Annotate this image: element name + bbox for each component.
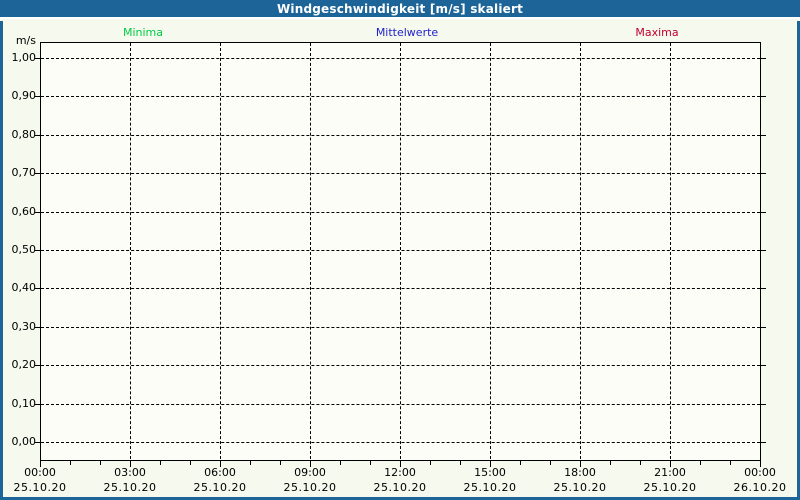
y-tick-label: 1,00 [0,51,36,64]
x-axis-minor-tick [250,461,251,465]
x-axis-minor-tick [730,461,731,465]
y-axis-tick-right [761,250,766,251]
y-tick-label: 0,40 [0,281,36,294]
gridline-vertical [670,43,671,459]
y-tick-label: 0,10 [0,397,36,410]
y-axis-tick-right [761,327,766,328]
y-tick-label: 0,20 [0,358,36,371]
x-tick-time-label: 18:00 [550,466,610,479]
x-axis-minor-tick [370,461,371,465]
x-axis-minor-tick [520,461,521,465]
gridline-vertical [130,43,131,459]
x-tick-date-label: 25.10.20 [4,481,76,494]
y-axis-tick-right [761,442,766,443]
y-axis-tick-right [761,212,766,213]
x-axis-minor-tick [280,461,281,465]
y-tick-label: 0,50 [0,243,36,256]
x-tick-date-label: 26.10.20 [724,481,796,494]
x-tick-time-label: 03:00 [100,466,160,479]
x-tick-date-label: 25.10.20 [544,481,616,494]
legend-item-mittelwerte: Mittelwerte [376,26,438,39]
x-tick-time-label: 15:00 [460,466,520,479]
legend-item-maxima: Maxima [635,26,678,39]
y-axis-tick-right [761,58,766,59]
x-tick-date-label: 25.10.20 [364,481,436,494]
legend-item-minima: Minima [123,26,163,39]
x-tick-time-label: 21:00 [640,466,700,479]
x-axis-minor-tick [160,461,161,465]
chart-window: Windgeschwindigkeit [m/s] skaliert m/s M… [0,0,800,500]
x-axis-minor-tick [550,461,551,465]
x-tick-time-label: 00:00 [730,466,790,479]
y-tick-label: 0,70 [0,166,36,179]
gridline-vertical [580,43,581,459]
x-tick-time-label: 00:00 [10,466,70,479]
x-tick-date-label: 25.10.20 [634,481,706,494]
x-axis-minor-tick [100,461,101,465]
x-tick-date-label: 25.10.20 [94,481,166,494]
y-tick-label: 0,80 [0,128,36,141]
x-axis-minor-tick [430,461,431,465]
x-axis-minor-tick [610,461,611,465]
x-tick-time-label: 06:00 [190,466,250,479]
y-axis-tick-right [761,96,766,97]
x-axis-minor-tick [340,461,341,465]
x-tick-time-label: 09:00 [280,466,340,479]
y-axis-unit-label: m/s [0,34,36,47]
y-axis-tick-right [761,365,766,366]
gridline-vertical [220,43,221,459]
y-axis-tick-right [761,288,766,289]
x-tick-date-label: 25.10.20 [184,481,256,494]
y-tick-label: 0,60 [0,205,36,218]
x-axis-minor-tick [190,461,191,465]
y-tick-label: 0,30 [0,320,36,333]
window-titlebar: Windgeschwindigkeit [m/s] skaliert [0,0,800,19]
x-tick-date-label: 25.10.20 [274,481,346,494]
x-axis-minor-tick [70,461,71,465]
x-tick-time-label: 12:00 [370,466,430,479]
x-tick-date-label: 25.10.20 [454,481,526,494]
x-axis-minor-tick [460,461,461,465]
y-tick-label: 0,90 [0,89,36,102]
y-axis-tick-right [761,173,766,174]
gridline-vertical [310,43,311,459]
x-axis-minor-tick [700,461,701,465]
y-axis-tick-right [761,135,766,136]
window-title: Windgeschwindigkeit [m/s] skaliert [277,2,523,16]
x-axis-minor-tick [640,461,641,465]
y-axis-tick-right [761,404,766,405]
gridline-vertical [400,43,401,459]
gridline-vertical [490,43,491,459]
y-tick-label: 0,00 [0,435,36,448]
